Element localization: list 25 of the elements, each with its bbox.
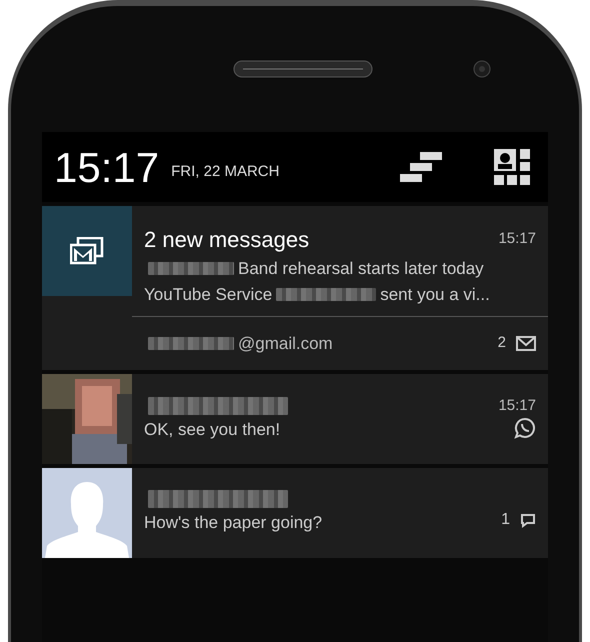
speech-bubble-icon [520, 512, 536, 528]
count-label: 1 [501, 510, 510, 530]
date-label: FRI, 22 MARCH [171, 162, 280, 182]
notification-card[interactable]: 2 new messages 15:17 Band rehearsal starts later today YouTube Service sent you a vi... @gmail.com 2 [42, 206, 548, 370]
notification-time: 15:17 [498, 396, 536, 416]
chat-bubble-icon [514, 417, 536, 440]
message-text: Band rehearsal starts later today [238, 258, 484, 280]
camera-icon [473, 60, 491, 78]
speaker-grille-icon [233, 60, 373, 78]
mail-icon [516, 336, 536, 351]
message-text: How's the paper going? [144, 512, 322, 534]
message-text: @gmail.com [238, 332, 333, 355]
notification-card[interactable]: 15:17 OK, see you then! [42, 374, 548, 464]
clear-all-icon[interactable] [400, 150, 442, 184]
clock-time: 15:17 [54, 142, 160, 192]
message-text: OK, see you then! [144, 419, 280, 442]
envelopes-icon [70, 237, 104, 265]
message-text: YouTube Service [144, 284, 272, 306]
quick-settings-icon[interactable] [494, 149, 530, 185]
message-text: sent you a vi... [380, 284, 490, 306]
count-label: 2 [498, 333, 506, 354]
notification-card[interactable]: How's the paper going? 1 [42, 468, 548, 558]
person-silhouette-icon [45, 480, 129, 558]
notification-time: 15:17 [498, 228, 536, 249]
notification-title: 2 new messages [144, 226, 310, 254]
